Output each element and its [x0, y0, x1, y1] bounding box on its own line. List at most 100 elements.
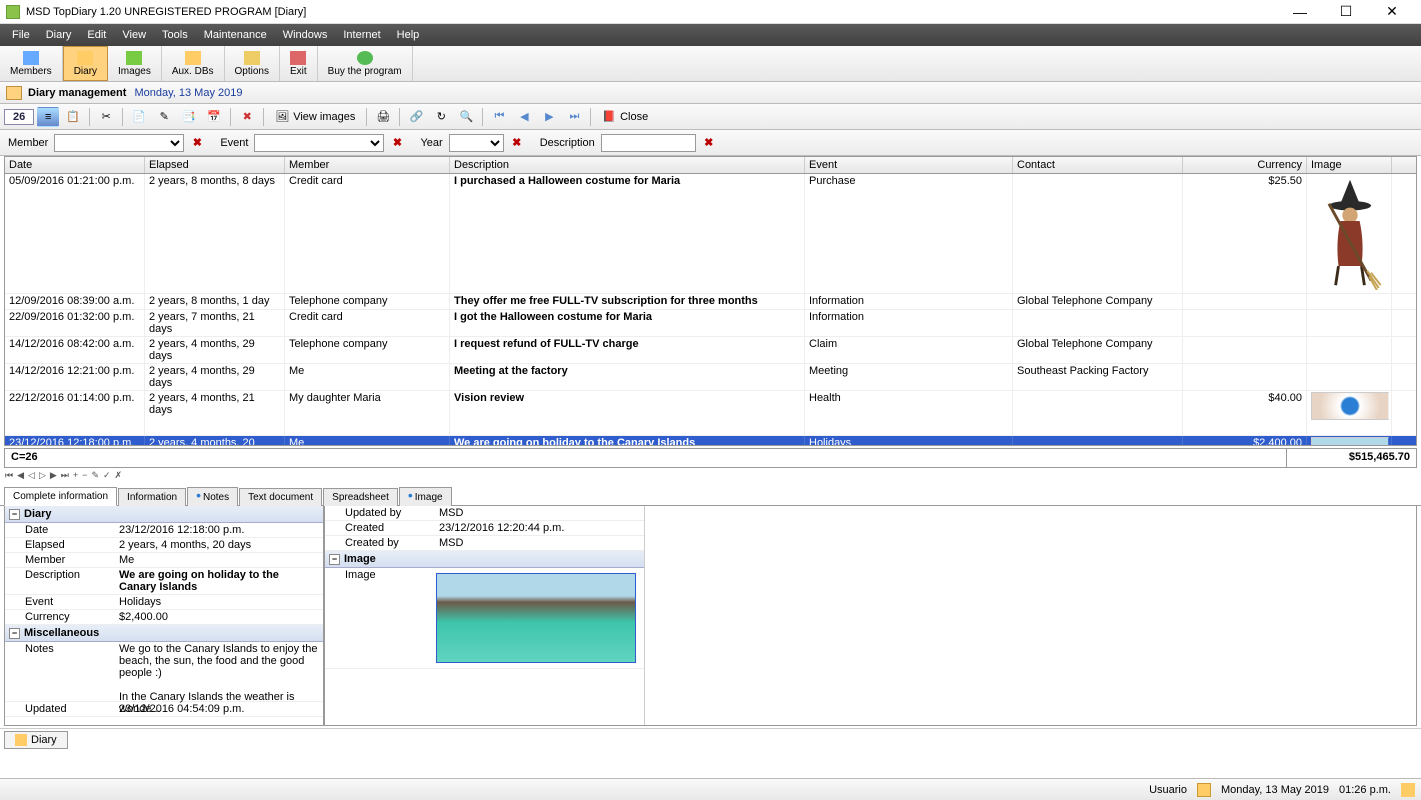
refresh-icon[interactable]: ↻: [430, 107, 452, 127]
misc-section-header[interactable]: −Miscellaneous: [5, 625, 323, 642]
header-date[interactable]: Date: [5, 157, 145, 173]
view-toggle-icon[interactable]: ≡: [37, 107, 59, 127]
menu-internet[interactable]: Internet: [335, 27, 388, 43]
delete-icon[interactable]: ✖: [236, 107, 258, 127]
page-date: Monday, 13 May 2019: [134, 87, 242, 99]
link-icon[interactable]: 🔗: [405, 107, 427, 127]
event-filter-select[interactable]: [254, 134, 384, 152]
minimize-button[interactable]: —: [1277, 0, 1323, 24]
member-filter-select[interactable]: [54, 134, 184, 152]
menu-windows[interactable]: Windows: [275, 27, 336, 43]
table-row[interactable]: 23/12/2016 12:18:00 p.m.2 years, 4 month…: [5, 436, 1416, 446]
nav-first-icon[interactable]: ⏮: [4, 470, 14, 481]
menu-help[interactable]: Help: [389, 27, 428, 43]
menu-tools[interactable]: Tools: [154, 27, 196, 43]
year-filter-select[interactable]: [449, 134, 504, 152]
diary-section-header[interactable]: −Diary: [5, 506, 323, 523]
toolbar-images[interactable]: Images: [108, 46, 162, 81]
menu-maintenance[interactable]: Maintenance: [196, 27, 275, 43]
header-event[interactable]: Event: [805, 157, 1013, 173]
header-image[interactable]: Image: [1307, 157, 1392, 173]
header-description[interactable]: Description: [450, 157, 805, 173]
nav-right-icon[interactable]: ▷: [38, 470, 47, 481]
cell-event: Meeting: [805, 364, 1013, 390]
new-icon[interactable]: 📄: [128, 107, 150, 127]
search-icon[interactable]: 🔍: [455, 107, 477, 127]
maximize-button[interactable]: ☐: [1323, 0, 1369, 24]
tab-image[interactable]: •Image: [399, 487, 452, 506]
last-icon[interactable]: ⏭: [563, 107, 585, 127]
tab-information[interactable]: Information: [118, 488, 186, 506]
table-row[interactable]: 22/09/2016 01:32:00 p.m.2 years, 7 month…: [5, 310, 1416, 337]
tab-notes[interactable]: •Notes: [187, 487, 238, 506]
toolbar-auxdbs[interactable]: Aux. DBs: [162, 46, 225, 81]
next-icon[interactable]: ▶: [538, 107, 560, 127]
print-icon[interactable]: 🖨: [372, 107, 394, 127]
view-images-button[interactable]: 🖼View images: [269, 110, 361, 123]
table-row[interactable]: 14/12/2016 08:42:00 a.m.2 years, 4 month…: [5, 337, 1416, 364]
description-filter-label: Description: [540, 137, 595, 149]
menu-edit[interactable]: Edit: [79, 27, 114, 43]
first-icon[interactable]: ⏮: [488, 107, 510, 127]
calendar-icon[interactable]: [1197, 783, 1211, 797]
close-panel-button[interactable]: 📕Close: [596, 110, 654, 123]
header-contact[interactable]: Contact: [1013, 157, 1183, 173]
nav-prev-icon[interactable]: ◀: [16, 470, 25, 481]
detail-toggle-icon[interactable]: 📋: [62, 107, 84, 127]
nav-next-icon[interactable]: ▶: [49, 470, 58, 481]
nav-edit-icon[interactable]: ✎: [90, 470, 100, 481]
menu-file[interactable]: File: [4, 27, 38, 43]
image-section-header[interactable]: −Image: [325, 551, 644, 568]
detail-image-thumbnail[interactable]: [436, 573, 636, 663]
toolbar-members[interactable]: Members: [0, 46, 63, 81]
clear-description-icon[interactable]: ✖: [700, 134, 718, 152]
header-currency[interactable]: Currency: [1183, 157, 1307, 173]
collapse-icon[interactable]: −: [9, 509, 20, 520]
clear-member-icon[interactable]: ✖: [188, 134, 206, 152]
table-row[interactable]: 22/12/2016 01:14:00 p.m.2 years, 4 month…: [5, 391, 1416, 436]
cell-description: I got the Halloween costume for Maria: [450, 310, 805, 336]
menu-diary[interactable]: Diary: [38, 27, 80, 43]
collapse-icon[interactable]: −: [9, 628, 20, 639]
bottom-tab-diary[interactable]: Diary: [4, 731, 68, 749]
table-row[interactable]: 12/09/2016 08:39:00 a.m.2 years, 8 month…: [5, 294, 1416, 310]
copy-icon[interactable]: 📑: [178, 107, 200, 127]
cell-event: Information: [805, 294, 1013, 309]
table-row[interactable]: 14/12/2016 12:21:00 p.m.2 years, 4 month…: [5, 364, 1416, 391]
toolbar-diary[interactable]: Diary: [63, 46, 108, 81]
clear-event-icon[interactable]: ✖: [388, 134, 406, 152]
cut-icon[interactable]: ✂: [95, 107, 117, 127]
cell-elapsed: 2 years, 4 months, 29 days: [145, 364, 285, 390]
nav-check-icon[interactable]: ✓: [102, 470, 112, 481]
tab-text-document[interactable]: Text document: [239, 488, 322, 506]
cell-currency: [1183, 294, 1307, 309]
close-button[interactable]: ✕: [1369, 0, 1415, 24]
date-icon[interactable]: 📅: [203, 107, 225, 127]
record-count-box[interactable]: 26: [4, 109, 34, 125]
nav-cancel-icon[interactable]: ✗: [114, 470, 124, 481]
tab-spreadsheet[interactable]: Spreadsheet: [323, 488, 398, 506]
tab-complete-information[interactable]: Complete information: [4, 487, 117, 506]
prev-icon[interactable]: ◀: [513, 107, 535, 127]
header-member[interactable]: Member: [285, 157, 450, 173]
table-row[interactable]: 05/09/2016 01:21:00 p.m.2 years, 8 month…: [5, 174, 1416, 294]
beach-thumbnail: [1311, 437, 1389, 446]
grid-header: Date Elapsed Member Description Event Co…: [5, 157, 1416, 174]
collapse-icon[interactable]: −: [329, 554, 340, 565]
cell-description: I purchased a Halloween costume for Mari…: [450, 174, 805, 293]
toolbar-options[interactable]: Options: [225, 46, 280, 81]
menu-view[interactable]: View: [114, 27, 154, 43]
clear-year-icon[interactable]: ✖: [508, 134, 526, 152]
nav-last-icon[interactable]: ⏭: [60, 470, 70, 481]
nav-left-icon[interactable]: ◁: [27, 470, 36, 481]
page-title: Diary management: [28, 87, 126, 99]
toolbar-exit[interactable]: Exit: [280, 46, 318, 81]
header-elapsed[interactable]: Elapsed: [145, 157, 285, 173]
edit-icon[interactable]: ✎: [153, 107, 175, 127]
diary-grid[interactable]: Date Elapsed Member Description Event Co…: [4, 156, 1417, 446]
description-filter-input[interactable]: [601, 134, 696, 152]
nav-minus-icon[interactable]: −: [81, 470, 88, 480]
toolbar-buy[interactable]: Buy the program: [318, 46, 413, 81]
cell-event: Health: [805, 391, 1013, 435]
nav-plus-icon[interactable]: +: [72, 470, 79, 480]
